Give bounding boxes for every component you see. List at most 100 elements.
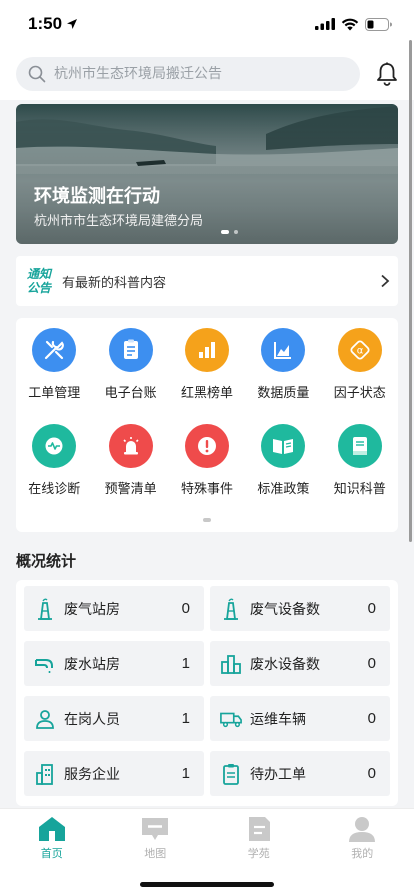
notification-bell-button[interactable] [376, 62, 398, 90]
menu-label: 因子状态 [333, 386, 386, 401]
stat-label: 在岗人员 [64, 711, 120, 728]
stats-title: 概况统计 [16, 552, 77, 570]
chevron-right-icon [381, 274, 390, 288]
stat-served-enterprises[interactable]: 服务企业 1 [24, 751, 204, 796]
buildings-icon [220, 653, 242, 675]
banner-pagination [221, 230, 238, 234]
notice-bar[interactable]: 通知 公告 有最新的科普内容 [16, 256, 398, 306]
menu-label: 在线诊断 [28, 482, 81, 497]
banner-dot-active[interactable] [221, 230, 229, 234]
menu-label: 预警清单 [104, 482, 157, 497]
function-menu: 工单管理 电子台账 红黑榜单 数据质量 α 因子状态 在线诊断 预警清单 特殊事… [16, 318, 398, 532]
wifi-icon [341, 18, 359, 30]
menu-label: 工单管理 [28, 386, 81, 401]
menu-item-e-ledger[interactable]: 电子台账 [92, 328, 168, 424]
clipboard-icon [220, 763, 242, 785]
stat-value: 1 [181, 655, 190, 672]
alert-icon [184, 424, 229, 468]
banner-title: 环境监测在行动 [34, 186, 160, 207]
wrench-icon [32, 328, 77, 372]
stat-pending-orders[interactable]: 待办工单 0 [210, 751, 390, 796]
menu-item-special-events[interactable]: 特殊事件 [169, 424, 245, 520]
stat-value: 0 [367, 600, 376, 617]
truck-icon [220, 708, 242, 730]
menu-item-work-orders[interactable]: 工单管理 [16, 328, 92, 424]
banner-dot[interactable] [234, 230, 238, 234]
stat-label: 废水站房 [64, 656, 120, 673]
stat-label: 废水设备数 [250, 656, 320, 673]
banner-subtitle: 杭州市市生态环境局建德分局 [34, 214, 204, 229]
bell-icon [377, 62, 397, 86]
chimney-icon [34, 598, 56, 620]
menu-item-standard-policy[interactable]: 标准政策 [245, 424, 321, 520]
notice-tag-line2: 公告 [26, 281, 51, 295]
tab-label: 我的 [351, 847, 374, 860]
svg-text:α: α [356, 346, 363, 357]
tab-label: 地图 [144, 847, 167, 860]
book-open-icon [261, 424, 306, 468]
tab-home[interactable]: 首页 [0, 809, 104, 896]
status-time: 1:50 [28, 14, 78, 34]
home-icon [38, 817, 65, 841]
stat-label: 废气设备数 [250, 601, 320, 618]
stat-wastewater-devices[interactable]: 废水设备数 0 [210, 641, 390, 686]
tab-label: 学苑 [247, 847, 270, 860]
status-bar: 1:50 [0, 0, 414, 48]
stat-value: 0 [367, 710, 376, 727]
menu-item-online-diagnosis[interactable]: 在线诊断 [16, 424, 92, 520]
stat-wastewater-stations[interactable]: 废水站房 1 [24, 641, 204, 686]
book-icon [337, 424, 382, 468]
stat-value: 0 [367, 655, 376, 672]
stat-label: 待办工单 [250, 766, 306, 783]
stat-label: 服务企业 [64, 766, 120, 783]
menu-label: 知识科普 [333, 482, 386, 497]
menu-item-red-black-list[interactable]: 红黑榜单 [169, 328, 245, 424]
factor-icon: α [337, 328, 382, 372]
tab-label: 首页 [40, 847, 63, 860]
building-icon [34, 763, 56, 785]
banner-carousel[interactable]: 环境监测在行动 杭州市市生态环境局建德分局 [16, 104, 398, 244]
tab-profile[interactable]: 我的 [311, 809, 414, 896]
search-icon [28, 65, 46, 83]
stat-exhaust-devices[interactable]: 废气设备数 0 [210, 586, 390, 631]
stats-panel: 废气站房 0 废气设备数 0 废水站房 1 废水设备数 0 在岗人员 1 运维车… [16, 580, 398, 806]
notice-tag: 通知 公告 [24, 267, 54, 295]
battery-icon [365, 17, 392, 31]
status-indicators [315, 17, 392, 31]
menu-item-knowledge[interactable]: 知识科普 [322, 424, 398, 520]
faucet-icon [34, 653, 56, 675]
stat-label: 废气站房 [64, 601, 120, 618]
home-indicator [140, 882, 274, 887]
stat-label: 运维车辆 [250, 711, 306, 728]
search-header [0, 48, 414, 100]
menu-item-warning-list[interactable]: 预警清单 [92, 424, 168, 520]
menu-label: 红黑榜单 [180, 386, 233, 401]
menu-label: 数据质量 [257, 386, 310, 401]
signal-icon [315, 18, 335, 30]
menu-label: 标准政策 [257, 482, 310, 497]
stat-value: 1 [181, 765, 190, 782]
document-icon [108, 328, 153, 372]
person-icon [34, 708, 56, 730]
siren-icon [108, 424, 153, 468]
stat-value: 0 [181, 600, 190, 617]
search-bar[interactable] [16, 57, 360, 91]
search-input[interactable] [54, 66, 348, 82]
map-icon [142, 818, 169, 840]
bar-chart-icon [184, 328, 229, 372]
scrollbar[interactable] [409, 40, 412, 542]
chimney-icon [220, 598, 242, 620]
menu-label: 电子台账 [104, 386, 157, 401]
menu-item-factor-status[interactable]: α 因子状态 [322, 328, 398, 424]
stat-value: 0 [367, 765, 376, 782]
menu-label: 特殊事件 [180, 482, 233, 497]
status-time-text: 1:50 [28, 14, 63, 33]
stat-vehicles[interactable]: 运维车辆 0 [210, 696, 390, 741]
stat-on-duty-staff[interactable]: 在岗人员 1 [24, 696, 204, 741]
menu-item-data-quality[interactable]: 数据质量 [245, 328, 321, 424]
stat-value: 1 [181, 710, 190, 727]
study-icon [248, 817, 270, 841]
area-chart-icon [261, 328, 306, 372]
stat-exhaust-stations[interactable]: 废气站房 0 [24, 586, 204, 631]
notice-text: 有最新的科普内容 [62, 275, 167, 291]
